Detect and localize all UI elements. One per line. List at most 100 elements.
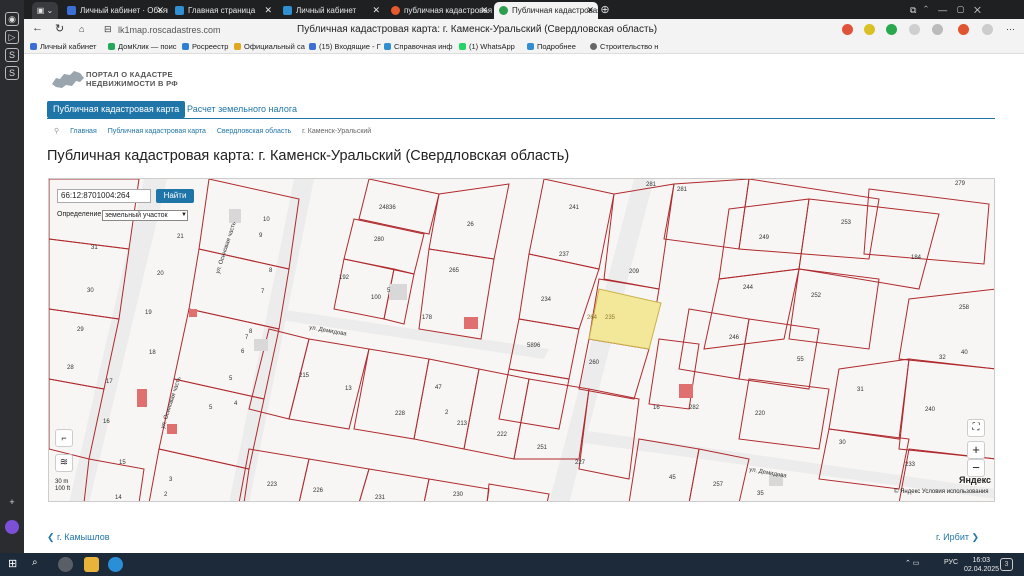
search-icon[interactable]: ⌕	[32, 557, 47, 572]
tab-favicon-icon	[499, 6, 508, 15]
close-icon[interactable]: ✕	[156, 2, 164, 19]
add-icon[interactable]: +	[5, 496, 19, 510]
parcel-number-label: 40	[961, 350, 968, 356]
assistant-icon[interactable]	[5, 520, 19, 534]
back-icon[interactable]: ←	[32, 22, 43, 34]
parcel-number-label: 16	[653, 405, 660, 411]
ruler-icon[interactable]: ⌐	[55, 429, 73, 447]
notifications-icon[interactable]: 3	[1000, 558, 1013, 571]
bookmark-item[interactable]: Строительство н	[590, 42, 658, 51]
layers-icon[interactable]: ≋	[55, 454, 73, 472]
close-icon[interactable]: ✕	[480, 2, 488, 19]
tray-icons[interactable]: ⌃ ▭	[905, 559, 919, 567]
parcel-number-label: 209	[629, 269, 640, 275]
parcel-number-label: 15	[119, 460, 126, 466]
parcel-number-label: 237	[559, 252, 570, 258]
close-icon[interactable]: ✕	[372, 2, 380, 19]
pin-icon: ⚲	[54, 128, 60, 135]
chevron-down-icon: ▼	[181, 212, 187, 218]
bookmark-item[interactable]: (1) WhatsApp	[459, 42, 515, 51]
parcel-number-label: 228	[395, 411, 406, 417]
bookmark-item[interactable]: Личный кабинет	[30, 42, 96, 51]
definition-select[interactable]: земельный участок ▼	[102, 210, 188, 221]
site-info-icon[interactable]: ⊟	[104, 24, 112, 35]
parcel-number-label: 18	[149, 350, 156, 356]
window-controls[interactable]: ⧉ ⌃ — ▢ ✕	[910, 2, 981, 19]
tab-favicon-icon	[283, 6, 292, 15]
extension-icon[interactable]	[982, 24, 993, 35]
breadcrumb-link[interactable]: Свердловская область	[217, 128, 291, 135]
bookmark-item[interactable]: ДомКлик — поис	[108, 42, 177, 51]
bookmarks-bar: Личный кабинет ДомКлик — поис Росреестр …	[24, 40, 1024, 54]
breadcrumb-link[interactable]: Главная	[70, 128, 97, 135]
find-button[interactable]: Найти	[156, 189, 194, 203]
new-tab-button[interactable]: ⊕	[598, 2, 612, 19]
yandex-browser-icon[interactable]	[58, 557, 73, 572]
clock[interactable]: 16:03 02.04.2025	[964, 556, 999, 574]
bookmark-item[interactable]: Справочная инф	[384, 42, 453, 51]
tab-cadastral-map[interactable]: Публичная кадастровая карта	[47, 101, 186, 118]
bookmark-item[interactable]: Подробнее	[527, 42, 576, 51]
browser-tab[interactable]: публичная кадастровая ✕	[386, 2, 492, 19]
parcel-number-label: 260	[589, 360, 600, 366]
extension-icon[interactable]	[886, 24, 897, 35]
parcel-number-label: 233	[905, 462, 916, 468]
url-field[interactable]: lk1map.roscadastres.com	[118, 25, 221, 35]
windows-start-icon[interactable]: ⊞	[8, 557, 23, 572]
browser-sidebar: ◉ ▷ S S +	[0, 0, 24, 553]
cadastral-number-input[interactable]: 66:12:8701004:264	[57, 189, 151, 203]
parcel-number-label: 20	[157, 271, 164, 277]
close-icon[interactable]: ✕	[264, 2, 272, 19]
browser-tab[interactable]: Личный кабинет · Объяв ✕	[62, 2, 168, 19]
map-copyright[interactable]: © Яндекс Условия использования	[894, 489, 989, 495]
browser-tab-active[interactable]: Публичная кадастровая ✕	[494, 2, 598, 19]
parcel-number-label: 215	[299, 373, 310, 379]
map-canvas[interactable]: ул. Демидоваул. Демидоваул. Осиновая час…	[49, 179, 995, 502]
extension-icon[interactable]	[932, 24, 943, 35]
tab-bar: ▣ ⌄ Личный кабинет · Объяв ✕ Главная стра…	[24, 0, 1024, 19]
parcel-number-label: 226	[313, 488, 324, 494]
fullscreen-icon[interactable]: ⛶	[967, 419, 985, 437]
cadastral-map[interactable]: ул. Демидова ул. Демидова ул. Осиновая час…	[48, 178, 995, 502]
browser-tab[interactable]: Личный кабинет ✕	[278, 2, 384, 19]
parcel-number-label: 55	[797, 357, 804, 363]
parcel-number-label: 258	[959, 305, 970, 311]
sidebar-app-icon[interactable]: ▷	[5, 30, 19, 44]
parcel-number-label: 10	[263, 217, 270, 223]
parcel-number-label: 244	[743, 285, 754, 291]
bookmark-item[interactable]: (15) Входящие - Г	[309, 42, 381, 51]
parcel-number-label: 35	[757, 491, 764, 497]
prev-city-link[interactable]: ❮ г. Камышлов	[47, 532, 110, 543]
edge-icon[interactable]	[108, 557, 123, 572]
zoom-in-button[interactable]: +	[967, 441, 985, 459]
close-icon[interactable]: ✕	[586, 2, 594, 19]
bookmark-item[interactable]: Официальный са	[234, 42, 305, 51]
parcel-number-label: 5896	[527, 343, 541, 349]
extension-icon[interactable]	[958, 24, 969, 35]
chevron-left-icon: ❮	[47, 532, 58, 542]
parcel-number-label: 241	[569, 205, 580, 211]
extension-icon[interactable]	[909, 24, 920, 35]
parcel-number-label: 28	[67, 365, 74, 371]
address-bar: ← ↻ ⌂ ⊟ lk1map.roscadastres.com Публична…	[24, 19, 1024, 40]
next-city-link[interactable]: г. Ирбит ❯	[936, 532, 979, 543]
tab-land-tax[interactable]: Расчет земельного налога	[181, 101, 303, 118]
browser-tab[interactable]: Главная страница ✕	[170, 2, 276, 19]
parcel-number-label: 17	[106, 379, 113, 385]
sidebar-app-icon[interactable]: S	[5, 48, 19, 62]
parcel-number-label: 178	[422, 315, 433, 321]
site-logo-text[interactable]: ПОРТАЛ О КАДАСТРЕ НЕДВИЖИМОСТИ В РФ	[86, 70, 178, 88]
russia-map-logo-icon	[52, 71, 84, 88]
home-icon[interactable]: ⌂	[79, 24, 84, 34]
extension-icon[interactable]	[842, 24, 853, 35]
sidebar-app-icon[interactable]: S	[5, 66, 19, 80]
language-indicator[interactable]: РУС	[944, 559, 958, 566]
bookmark-item[interactable]: Росреестр	[182, 42, 228, 51]
tab-actions-button[interactable]: ▣ ⌄	[32, 2, 58, 19]
file-explorer-icon[interactable]	[84, 557, 99, 572]
breadcrumb-link[interactable]: Публичная кадастровая карта	[108, 128, 206, 135]
reload-icon[interactable]: ↻	[55, 22, 64, 35]
extension-icon[interactable]	[864, 24, 875, 35]
menu-icon[interactable]: ⋯	[1006, 24, 1015, 35]
sidebar-app-icon[interactable]: ◉	[5, 12, 19, 26]
